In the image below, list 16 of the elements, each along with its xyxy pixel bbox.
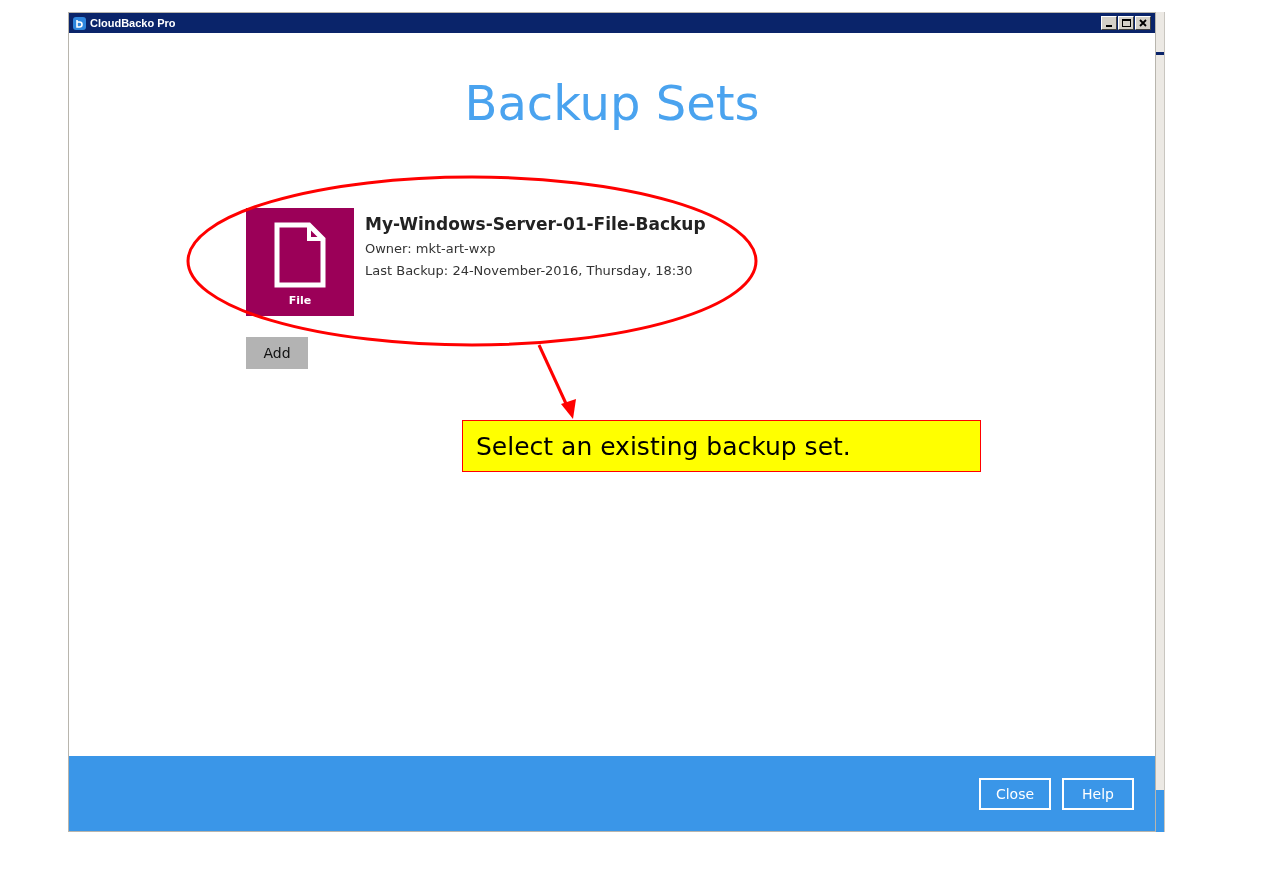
close-icon: [1139, 19, 1147, 27]
minimize-button[interactable]: [1101, 16, 1117, 30]
add-button[interactable]: Add: [246, 336, 308, 369]
tile-label: File: [288, 293, 312, 307]
owner-text: Owner: mkt-art-wxp: [365, 240, 497, 256]
close-button[interactable]: [1135, 16, 1151, 30]
app-logo-icon: [73, 16, 86, 30]
backup-set-name: My-Windows-Server-01-File-Backup: [365, 213, 706, 234]
window-title: CloudBacko Pro: [90, 17, 176, 29]
maximize-button[interactable]: [1118, 16, 1134, 30]
backup-set-tile[interactable]: File: [246, 207, 354, 316]
callout-text: Select an existing backup set.: [476, 431, 851, 461]
document-icon: [274, 221, 326, 288]
last-backup-text: Last Backup: 24-November-2016, Thursday, 18:30: [365, 262, 694, 278]
page-heading: Backup Sets: [464, 77, 760, 130]
maximize-icon: [1121, 19, 1131, 27]
